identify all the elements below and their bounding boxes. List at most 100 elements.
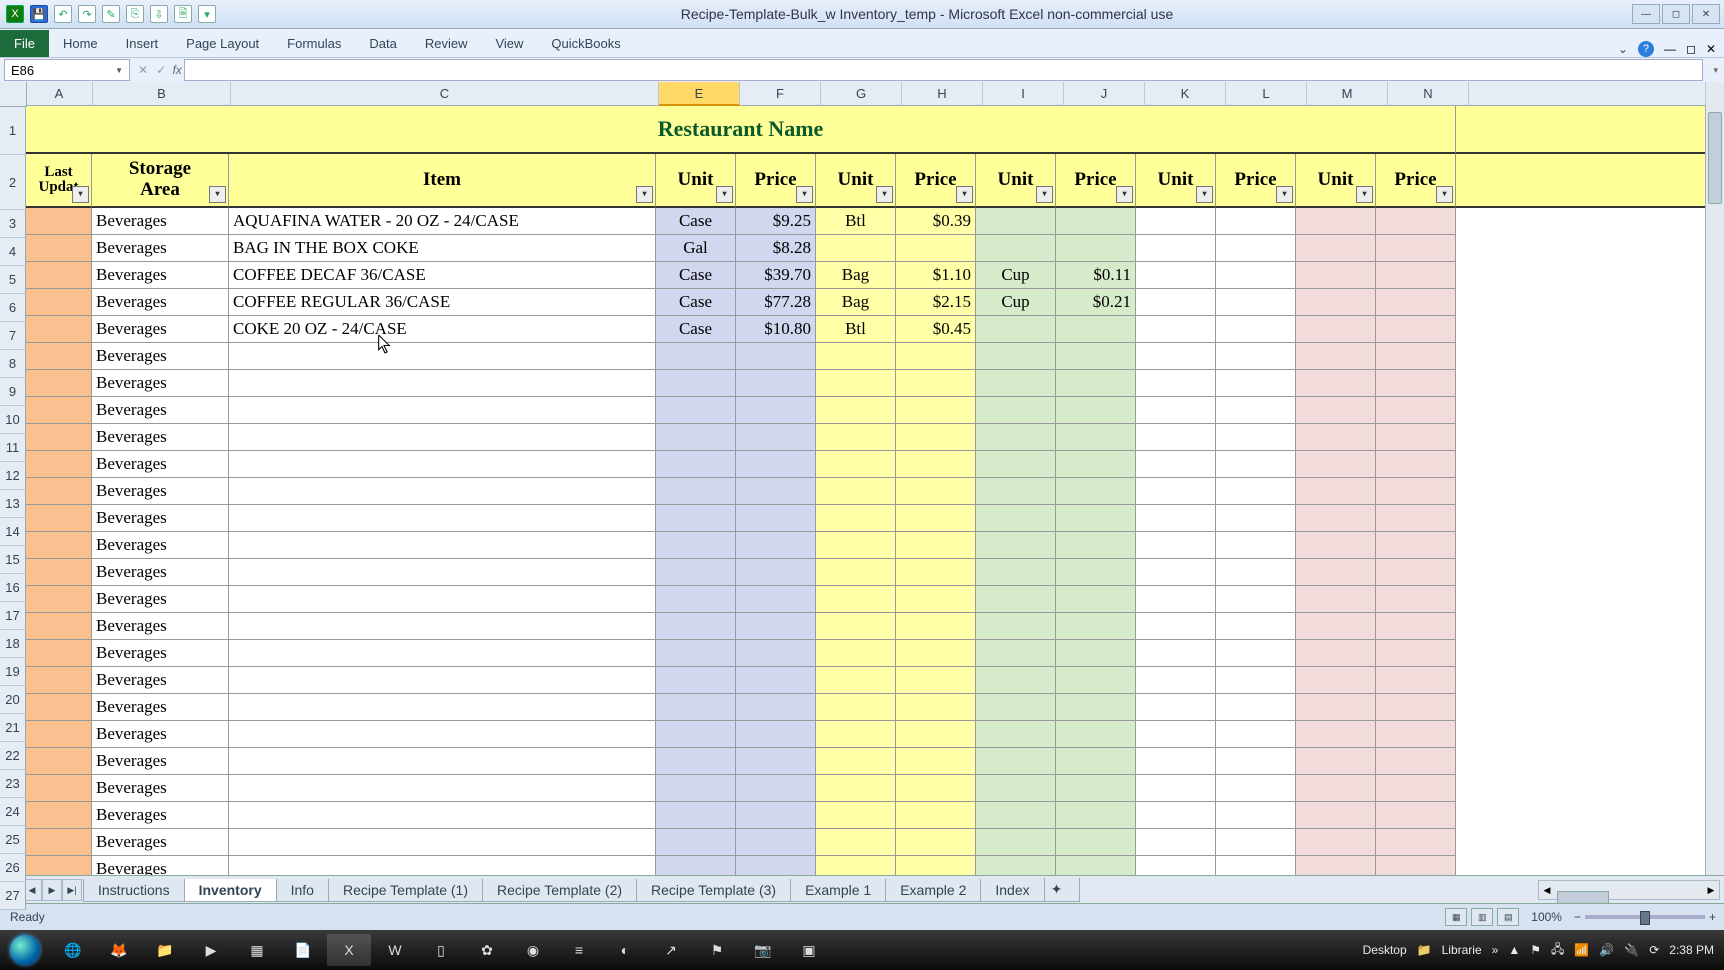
column-header-cell[interactable]: Price▾ (1216, 154, 1296, 208)
cell[interactable] (976, 478, 1056, 505)
filter-dropdown-icon[interactable]: ▾ (1436, 186, 1453, 203)
taskbar-camera-icon[interactable]: 📷 (741, 934, 785, 966)
cell[interactable] (1216, 829, 1296, 856)
row-header-3[interactable]: 3 (0, 210, 26, 238)
cell[interactable] (229, 343, 656, 370)
cell[interactable] (1056, 586, 1136, 613)
cell[interactable] (26, 613, 92, 640)
column-header-cell[interactable]: Price▾ (1376, 154, 1456, 208)
cell[interactable] (1056, 667, 1136, 694)
qat-icon[interactable]: ⎘ (126, 5, 144, 23)
column-header-G[interactable]: G (821, 82, 902, 106)
cell[interactable] (229, 667, 656, 694)
maximize-button[interactable]: ◻ (1662, 4, 1690, 24)
cell[interactable] (229, 451, 656, 478)
taskbar-ie-icon[interactable]: 🌐 (51, 934, 95, 966)
cell[interactable] (656, 775, 736, 802)
taskbar-firefox-icon[interactable]: 🦊 (97, 934, 141, 966)
cell[interactable] (896, 343, 976, 370)
cell[interactable] (1136, 451, 1216, 478)
sheet-tab[interactable]: Instructions (83, 879, 185, 902)
cell[interactable] (736, 424, 816, 451)
cell[interactable]: Cup (976, 289, 1056, 316)
cell[interactable] (976, 856, 1056, 876)
cell[interactable] (976, 451, 1056, 478)
cell[interactable] (656, 397, 736, 424)
cell[interactable] (896, 721, 976, 748)
cell[interactable] (1216, 316, 1296, 343)
cell[interactable] (896, 856, 976, 876)
cell[interactable] (736, 721, 816, 748)
cell[interactable] (896, 478, 976, 505)
ribbon-tab-formulas[interactable]: Formulas (273, 30, 355, 57)
sheet-tab[interactable]: Inventory (184, 879, 277, 902)
cell[interactable] (656, 748, 736, 775)
cell[interactable]: Gal (656, 235, 736, 262)
taskbar-chrome-icon[interactable]: ◉ (511, 934, 555, 966)
cell[interactable]: Beverages (92, 856, 229, 876)
qat-icon[interactable]: ⇩ (150, 5, 168, 23)
cell[interactable] (1216, 289, 1296, 316)
cell[interactable] (656, 424, 736, 451)
cell[interactable] (816, 694, 896, 721)
tray-signal-icon[interactable]: 📶 (1574, 943, 1589, 957)
cell[interactable] (1376, 235, 1456, 262)
cell[interactable] (656, 802, 736, 829)
cell[interactable] (1376, 289, 1456, 316)
select-all-corner[interactable] (0, 82, 27, 107)
cell[interactable] (1216, 424, 1296, 451)
cell[interactable]: $10.80 (736, 316, 816, 343)
cell[interactable] (1136, 829, 1216, 856)
sheet-tab[interactable]: Example 1 (790, 879, 886, 902)
cell[interactable] (1216, 505, 1296, 532)
cell[interactable] (736, 802, 816, 829)
cell[interactable] (1056, 802, 1136, 829)
cell[interactable] (976, 316, 1056, 343)
row-header-11[interactable]: 11 (0, 434, 26, 462)
cell[interactable] (26, 289, 92, 316)
sheet-tab[interactable]: Info (276, 879, 329, 902)
cell[interactable]: Beverages (92, 775, 229, 802)
cell[interactable] (976, 613, 1056, 640)
row-header-22[interactable]: 22 (0, 742, 26, 770)
file-tab[interactable]: File (0, 30, 49, 57)
cell[interactable] (896, 586, 976, 613)
cell[interactable] (229, 775, 656, 802)
cell[interactable] (1136, 775, 1216, 802)
cell[interactable] (1296, 829, 1376, 856)
cell[interactable] (896, 559, 976, 586)
cell[interactable] (1056, 370, 1136, 397)
scroll-right-icon[interactable]: ▶ (1703, 885, 1719, 896)
cell[interactable] (1216, 262, 1296, 289)
cell[interactable] (976, 721, 1056, 748)
cell[interactable] (229, 640, 656, 667)
column-header-H[interactable]: H (902, 82, 983, 106)
qat-icon[interactable]: 🗎 (174, 5, 192, 23)
cell[interactable] (976, 640, 1056, 667)
tray-desktop-label[interactable]: Desktop (1363, 943, 1407, 957)
cell[interactable] (736, 856, 816, 876)
qat-icon[interactable]: ✎ (102, 5, 120, 23)
cell[interactable] (976, 775, 1056, 802)
cell[interactable]: COFFEE REGULAR 36/CASE (229, 289, 656, 316)
row-header-18[interactable]: 18 (0, 630, 26, 658)
cell[interactable] (26, 829, 92, 856)
taskbar-app-icon[interactable]: ▦ (235, 934, 279, 966)
cell[interactable] (816, 532, 896, 559)
cell[interactable] (1296, 694, 1376, 721)
column-header-E[interactable]: E (659, 82, 740, 106)
cell[interactable] (656, 559, 736, 586)
cell[interactable] (816, 235, 896, 262)
column-header-cell[interactable]: Unit▾ (1136, 154, 1216, 208)
zoom-in-icon[interactable]: + (1709, 910, 1716, 924)
column-header-cell[interactable]: StorageArea▾ (92, 154, 229, 208)
cell[interactable]: $77.28 (736, 289, 816, 316)
cell[interactable] (1056, 694, 1136, 721)
cell[interactable] (1056, 748, 1136, 775)
cell[interactable] (896, 775, 976, 802)
cell[interactable] (736, 451, 816, 478)
cell[interactable]: Beverages (92, 235, 229, 262)
vertical-scrollbar[interactable] (1705, 82, 1724, 876)
cell[interactable]: $2.15 (896, 289, 976, 316)
cell[interactable] (736, 667, 816, 694)
